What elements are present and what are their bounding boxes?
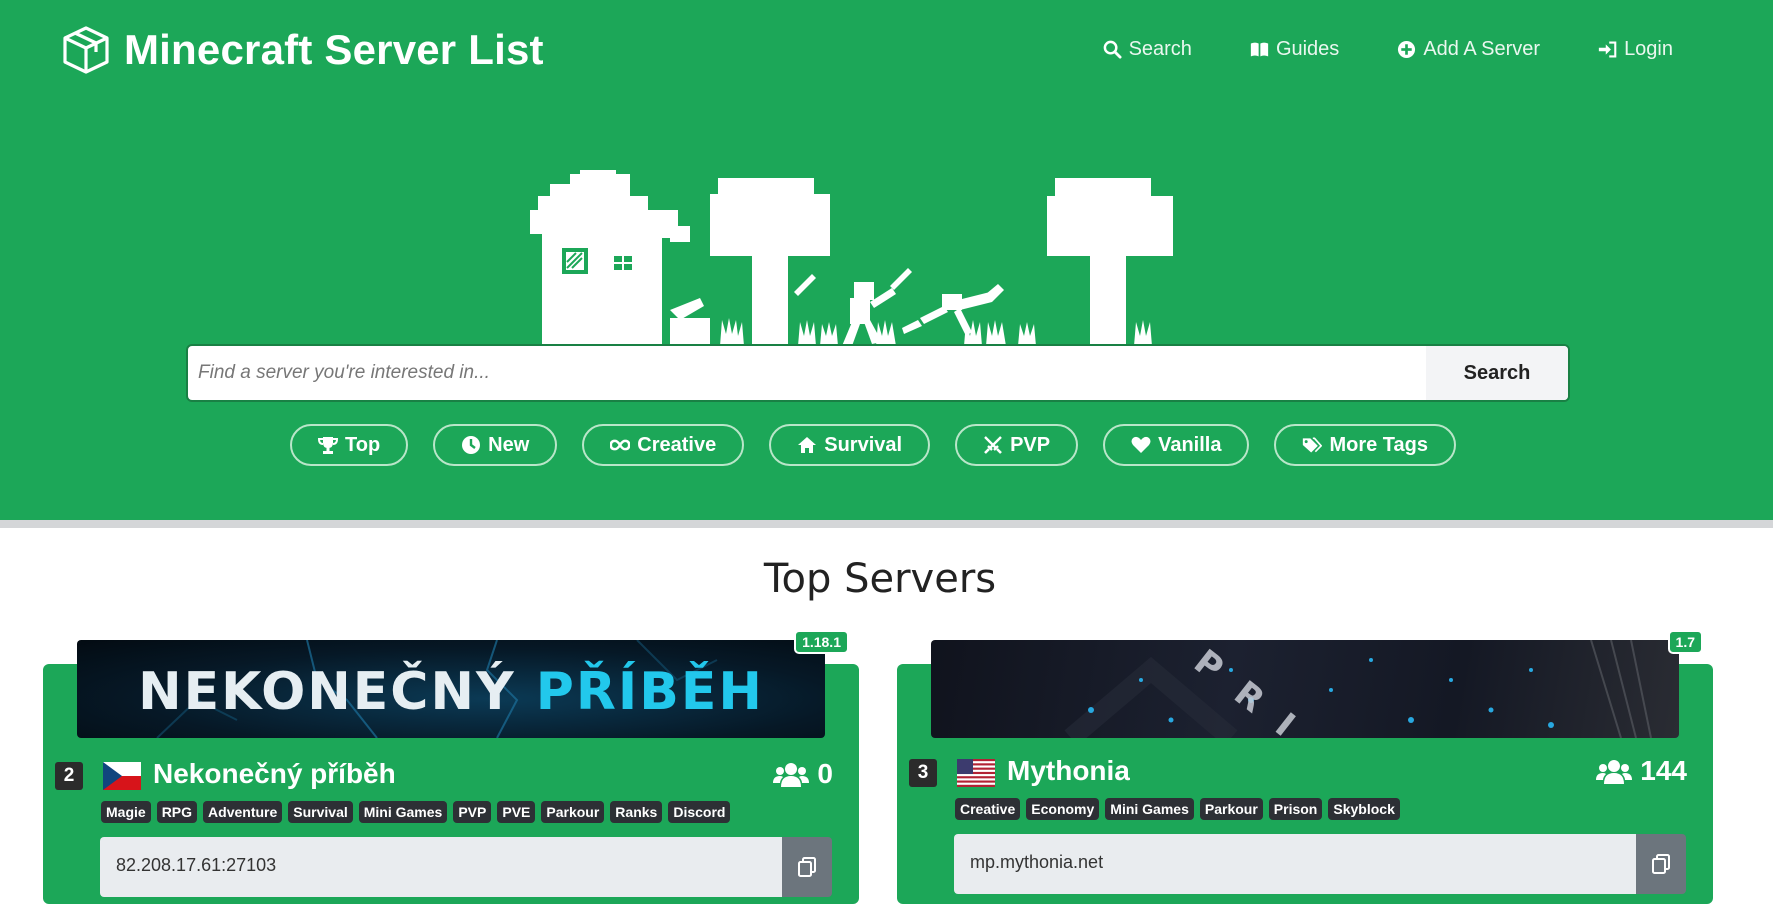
copy-ip-button[interactable] <box>1636 834 1686 894</box>
server-tag[interactable]: Parkour <box>541 801 605 823</box>
server-tag[interactable]: RPG <box>156 801 198 823</box>
server-tag[interactable]: Magie <box>101 801 151 823</box>
heart-icon <box>1131 436 1151 453</box>
infinity-icon <box>610 439 631 451</box>
server-tag[interactable]: Economy <box>1026 798 1100 820</box>
nav-login-label: Login <box>1624 38 1673 60</box>
server-tag[interactable]: Parkour <box>1199 798 1263 820</box>
brand-logo[interactable]: Minecraft Server List <box>60 24 544 76</box>
swords-icon <box>984 436 1002 454</box>
tag-pvp-label: PVP <box>1010 433 1051 456</box>
player-count: 144 <box>1596 755 1687 787</box>
version-badge: 1.7 <box>1667 630 1703 654</box>
home-icon <box>798 437 817 453</box>
rank-badge: 2 <box>55 762 83 790</box>
nav-guides-label: Guides <box>1275 38 1340 60</box>
trophy-icon <box>318 437 338 454</box>
nav-search-label: Search <box>1128 38 1192 60</box>
banner-title: NEKONEČNÝ PŘÍBĚH <box>77 662 825 722</box>
server-tag[interactable]: Creative <box>955 798 1021 820</box>
tag-new-label: New <box>488 433 530 456</box>
tag-creative-label: Creative <box>637 433 717 456</box>
server-tag[interactable]: Mini Games <box>1105 798 1194 820</box>
czech-flag-icon <box>103 762 141 790</box>
search-input[interactable] <box>188 346 1426 400</box>
cube-icon <box>63 26 109 74</box>
server-tag[interactable]: Adventure <box>203 801 283 823</box>
search-button[interactable]: Search <box>1426 346 1568 400</box>
server-ip-field[interactable]: 82.208.17.61:27103 <box>100 837 782 897</box>
server-tag[interactable]: Prison <box>1268 798 1323 820</box>
users-icon <box>1596 760 1633 784</box>
server-tag[interactable]: Skyblock <box>1328 798 1400 820</box>
search-icon <box>1103 40 1122 59</box>
server-name[interactable]: Mythonia <box>1007 755 1130 787</box>
tag-more-label: More Tags <box>1329 433 1429 456</box>
hero-divider <box>0 520 1773 528</box>
server-name[interactable]: Nekonečný příběh <box>153 758 396 790</box>
tag-creative[interactable]: Creative <box>582 424 745 466</box>
clock-icon <box>462 436 481 454</box>
tag-vanilla-label: Vanilla <box>1158 433 1222 456</box>
tag-new[interactable]: New <box>433 424 558 466</box>
player-count-value: 144 <box>1640 755 1687 786</box>
server-card[interactable]: NEKONEČNÝ PŘÍBĚH 1.18.1 2 Nekonečný příb… <box>43 630 859 904</box>
server-card[interactable]: PRISON 1.7 3 Mythonia 144 Creative Econo… <box>897 630 1713 904</box>
server-banner[interactable]: NEKONEČNÝ PŘÍBĚH <box>77 640 825 738</box>
server-tags: Magie RPG Adventure Survival Mini Games … <box>101 801 731 823</box>
tag-pvp[interactable]: PVP <box>955 424 1079 466</box>
copy-icon <box>798 857 816 877</box>
server-tag[interactable]: Mini Games <box>358 801 448 823</box>
tag-more[interactable]: More Tags <box>1274 424 1457 466</box>
copy-icon <box>1652 854 1670 874</box>
tag-survival[interactable]: Survival <box>769 424 931 466</box>
server-search-bar: Search <box>186 344 1570 402</box>
rank-badge: 3 <box>909 759 937 787</box>
nav-add-server[interactable]: Add A Server <box>1397 38 1540 61</box>
player-count-value: 0 <box>817 758 833 789</box>
server-tag[interactable]: PVP <box>453 801 492 823</box>
tag-top[interactable]: Top <box>290 424 409 466</box>
nav-add-server-label: Add A Server <box>1423 38 1541 60</box>
us-flag-icon <box>957 759 995 787</box>
minecraft-scene-illustration <box>530 170 1173 346</box>
nav-login[interactable]: Login <box>1598 38 1673 61</box>
banner-title-part-1: NEKONEČNÝ <box>138 662 536 722</box>
section-title: Top Servers <box>763 556 997 602</box>
sign-in-icon <box>1598 41 1617 58</box>
main-nav: Search Guides Add A Server Login <box>1103 38 1673 61</box>
player-count: 0 <box>773 758 833 790</box>
tag-top-label: Top <box>345 433 381 456</box>
users-icon <box>773 763 810 787</box>
nav-guides[interactable]: Guides <box>1250 38 1339 61</box>
server-tag[interactable]: Discord <box>668 801 731 823</box>
server-tag[interactable]: Ranks <box>610 801 663 823</box>
version-badge: 1.18.1 <box>794 630 849 654</box>
tags-icon <box>1303 437 1323 453</box>
server-tags: Creative Economy Mini Games Parkour Pris… <box>955 798 1400 820</box>
banner-title-part-2: PŘÍBĚH <box>535 662 764 722</box>
server-tag[interactable]: PVE <box>497 801 536 823</box>
site-title: Minecraft Server List <box>124 26 544 73</box>
tag-filters: Top New Creative Survival PVP Vanilla Mo… <box>290 424 1457 466</box>
copy-ip-button[interactable] <box>782 837 832 897</box>
plus-circle-icon <box>1398 40 1416 59</box>
server-banner[interactable]: PRISON <box>931 640 1679 738</box>
server-tag[interactable]: Survival <box>288 801 353 823</box>
tag-vanilla[interactable]: Vanilla <box>1103 424 1250 466</box>
server-ip-field[interactable]: mp.mythonia.net <box>954 834 1636 894</box>
nav-search[interactable]: Search <box>1103 38 1192 61</box>
tag-survival-label: Survival <box>824 433 903 456</box>
book-icon <box>1250 42 1269 57</box>
